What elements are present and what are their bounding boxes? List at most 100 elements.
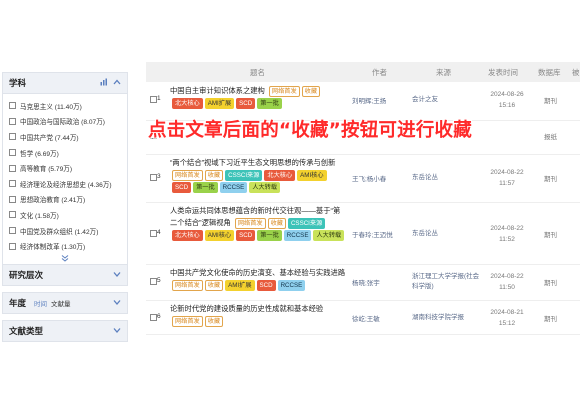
table-row: 6 论新时代党的建设质量的历史性成就和基本经验 网络首发 收藏 徐屹;王敏 湖南科… [146,300,580,335]
year-filter-header[interactable]: 年度 时间 文献量 [3,293,127,313]
column-database[interactable]: 数据库 [538,67,561,78]
publish-time: 11:50 [499,284,515,291]
subject-option[interactable]: 高等教育 (5.79万) [3,160,127,176]
article-author[interactable]: 刘明辉;王扬 [352,95,386,105]
article-author[interactable]: 于春玲;王迈悦 [352,229,393,239]
subject-option[interactable]: 经济理论及经济思想史 (4.36万) [3,176,127,192]
table-row: 4 人类命运共同体思想蕴含的新时代交往观——基于“第二个结合”逻辑视角 网络首发… [146,202,580,265]
subject-checkbox[interactable] [9,149,16,157]
sort-by-count[interactable]: 文献量 [51,298,71,308]
row-number: 3 [157,173,161,180]
instruction-overlay-text: 点击文章后面的“收藏”按钮可进行收藏 [148,120,472,141]
article-source[interactable]: 东岳论丛 [412,229,484,239]
results-table: 题名 作者 来源 发表时间 数据库 被 1 中国自主审计知识体系之建构 网络首发… [146,62,580,400]
column-source[interactable]: 来源 [436,67,451,78]
article-source[interactable]: 东岳论丛 [412,173,484,183]
article-source[interactable]: 会计之友 [412,95,484,105]
index-badge: 人大转载 [313,230,345,241]
subject-option[interactable]: 马克思主义 (11.40万) [3,98,127,114]
index-badge: RCCSE [219,182,248,193]
index-badge: AMI扩展 [225,280,255,291]
database-type: 期刊 [544,280,557,287]
favorite-button[interactable]: 收藏 [267,218,286,229]
row-checkbox[interactable] [150,278,157,285]
row-checkbox[interactable] [150,230,157,237]
index-badge: SCD [172,182,192,193]
expand-more-icon[interactable] [3,254,127,264]
subject-option[interactable]: 经济体制改革 (1.30万) [3,238,127,254]
publish-date: 2024-08-22 [490,273,524,280]
article-author[interactable]: 杨晓;张宇 [352,277,380,287]
level-filter-header[interactable]: 研究层次 [3,265,127,285]
article-title-link[interactable]: 中国自主审计知识体系之建构 [170,86,265,95]
index-badge: AMI扩展 [204,98,235,109]
doctype-filter-panel: 文献类型 [2,320,128,342]
table-row: 3 “两个结合”视域下习近平生态文明思想的传承与创新 网络首发 收藏 CSSCI来源… [146,154,580,203]
column-date[interactable]: 发表时间 [488,67,518,78]
row-checkbox[interactable] [150,174,157,181]
doctype-filter-header[interactable]: 文献类型 [3,321,127,341]
subject-checkbox[interactable] [9,211,16,219]
index-badge: 北大核心 [172,98,203,109]
subject-filter-header[interactable]: 学科 [3,73,127,93]
article-author[interactable]: 王飞;杨小春 [352,173,386,183]
index-badge: 第一批 [193,182,218,193]
subject-checkbox[interactable] [9,227,16,235]
index-badge: 第一批 [257,98,282,109]
level-filter-panel: 研究层次 [2,264,128,286]
subject-option[interactable]: 中国政治与国际政治 (8.07万) [3,114,127,130]
article-author[interactable]: 徐屹;王敏 [352,313,380,323]
article-title-link[interactable]: 中国共产党文化使命的历史演变、基本经验与实践进路 [170,268,345,277]
subject-option[interactable]: 中国共产党 (7.44万) [3,129,127,145]
doctype-filter-title: 文献类型 [9,326,44,336]
chevron-down-icon[interactable] [113,327,121,335]
row-checkbox[interactable] [150,96,157,103]
subject-checkbox[interactable] [9,242,16,250]
level-filter-title: 研究层次 [9,270,44,280]
index-badge: 人大转载 [249,182,281,193]
row-checkbox[interactable] [150,314,157,321]
filter-sidebar: 学科 马克思主义 (11.40万) 中国政治与国际政治 (8.07万) 中国共产… [0,0,132,400]
sort-by-time[interactable]: 时间 [34,298,47,308]
article-source[interactable]: 浙江理工大学学报(社会科学版) [412,272,484,292]
subject-option[interactable]: 哲学 (6.69万) [3,145,127,161]
article-source[interactable]: 湖南科技学院学报 [412,313,484,323]
column-title[interactable]: 题名 [250,67,265,78]
column-author[interactable]: 作者 [372,67,387,78]
favorite-button[interactable]: 收藏 [204,170,224,181]
index-badge: AMI核心 [204,230,235,241]
subject-option[interactable]: 文化 (1.58万) [3,207,127,223]
index-badge: 第一批 [257,230,282,241]
subject-checkbox[interactable] [9,117,16,125]
table-row: 5 中国共产党文化使命的历史演变、基本经验与实践进路 网络首发 收藏 AMI扩展 SC… [146,264,580,301]
article-title-link[interactable]: 论新时代党的建设质量的历史性成就和基本经验 [170,304,323,313]
chevron-down-icon[interactable] [113,299,121,307]
favorite-button[interactable]: 收藏 [204,280,224,291]
index-badge: SCD [236,98,256,109]
column-cited[interactable]: 被 [572,67,580,78]
subject-checkbox[interactable] [9,133,16,141]
favorite-button[interactable]: 收藏 [204,316,224,327]
publish-time: 11:52 [499,236,515,243]
database-type: 期刊 [544,176,557,183]
index-badge: RCCSE [277,280,306,291]
database-type: 期刊 [544,232,557,239]
publish-time: 15:12 [498,320,516,327]
subject-checkbox[interactable] [9,195,16,203]
year-filter-title: 年度 [9,298,27,308]
chevron-down-icon[interactable] [113,271,121,279]
subject-checkbox[interactable] [9,180,16,188]
index-badge: CSSCI来源 [225,170,263,181]
chart-icon[interactable] [100,78,108,88]
subject-option[interactable]: 中国党及群众组织 (1.42万) [3,223,127,239]
article-title-link[interactable]: “两个结合”视域下习近平生态文明思想的传承与创新 [170,158,335,167]
subject-option[interactable]: 思想政治教育 (2.41万) [3,192,127,208]
subject-filter-panel: 学科 马克思主义 (11.40万) 中国政治与国际政治 (8.07万) 中国共产… [2,72,128,269]
favorite-button[interactable]: 收藏 [301,86,321,97]
row-number: 1 [157,95,161,102]
chevron-up-icon[interactable] [113,79,121,87]
subject-checkbox[interactable] [9,102,16,110]
subject-checkbox[interactable] [9,164,16,172]
online-first-badge: 网络首发 [268,86,300,97]
publish-date: 2024-08-22 [490,225,524,232]
